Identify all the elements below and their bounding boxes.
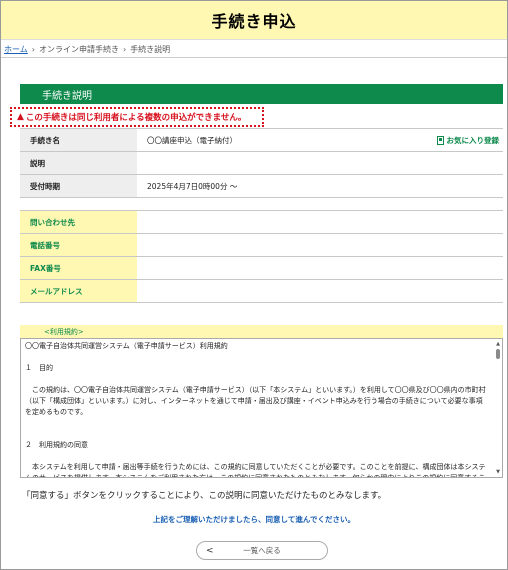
terms-heading-text: <利用規約> (44, 327, 84, 336)
procedure-name: 〇〇講座申込（電子納付） (147, 135, 237, 145)
breadcrumb-separator: › (31, 45, 35, 54)
row-value (137, 233, 503, 257)
breadcrumb-item-current: 手続き説明 (130, 45, 171, 54)
row-label: メールアドレス (20, 279, 137, 303)
terms-line (25, 429, 486, 440)
back-to-list-button[interactable]: < 一覧へ戻る (196, 541, 328, 560)
row-value (137, 279, 503, 303)
scroll-up-icon[interactable]: ▲ (495, 341, 501, 347)
table-row: FAX番号 (20, 256, 503, 280)
terms-line: １ 目的 (25, 364, 53, 372)
table-row: 手続き名 〇〇講座申込（電子納付） お気に入り登録 (20, 128, 503, 152)
breadcrumb-home-link[interactable]: ホーム (4, 44, 28, 55)
terms-line: この規約は、〇〇電子自治体共同運営システム（電子申請サービス）（以下「本システム… (25, 386, 486, 416)
scroll-down-icon[interactable]: ▼ (495, 469, 501, 475)
breadcrumb: ホーム › オンライン申請手続き › 手続き説明 (4, 44, 170, 55)
terms-scrollbar[interactable]: ▲ ▼ (495, 341, 501, 475)
procedure-info-table: 手続き名 〇〇講座申込（電子納付） お気に入り登録 説明 受付時期 2025年4… (20, 128, 503, 198)
table-row: メールアドレス (20, 279, 503, 303)
bookmark-icon (436, 135, 444, 145)
terms-line (25, 451, 486, 462)
row-value: 2025年4月7日0時00分 〜 (137, 174, 503, 198)
breadcrumb-item-online: オンライン申請手続き (38, 45, 119, 54)
row-label: 手続き名 (20, 128, 137, 152)
page-header: 手続き申込 (1, 1, 507, 40)
proceed-notice: 上記をご理解いただけましたら、同意して進んでください。 (153, 515, 355, 524)
row-label: 説明 (20, 151, 137, 175)
scroll-thumb[interactable] (496, 349, 500, 359)
chevron-left-icon: < (206, 545, 214, 556)
table-row: 説明 (20, 151, 503, 175)
terms-line: 〇〇電子自治体共同運営システム（電子申請サービス）利用規約 (25, 342, 228, 350)
terms-textbox[interactable]: 〇〇電子自治体共同運営システム（電子申請サービス）利用規約 １ 目的 この規約は… (20, 338, 503, 478)
terms-line (25, 374, 486, 385)
duplicate-warning: ▲ この手続きは同じ利用者による複数の申込ができません。 (10, 107, 264, 127)
section-title: 手続き説明 (42, 90, 92, 102)
agree-notice: 「同意する」ボタンをクリックすることにより、この説明に同意いただけたものとみなし… (22, 491, 387, 501)
row-label: FAX番号 (20, 256, 137, 280)
row-value (137, 151, 503, 175)
terms-line (25, 418, 486, 429)
terms-line: ２ 利用規約の同意 (25, 441, 88, 449)
table-row: 受付時期 2025年4月7日0時00分 〜 (20, 174, 503, 198)
row-value: 〇〇講座申込（電子納付） お気に入り登録 (137, 128, 503, 152)
favorite-button[interactable]: お気に入り登録 (436, 135, 500, 146)
terms-heading: <利用規約> (20, 325, 503, 338)
table-row: 問い合わせ先 (20, 210, 503, 234)
row-value (137, 256, 503, 280)
table-row: 電話番号 (20, 233, 503, 257)
row-label: 電話番号 (20, 233, 137, 257)
contact-info-table: 問い合わせ先 電話番号 FAX番号 メールアドレス (20, 210, 503, 303)
terms-line (25, 352, 486, 363)
warning-icon: ▲ (17, 112, 24, 122)
terms-line: 本システムを利用して申請・届出等手続を行うためには、この規約に同意していただくこ… (25, 463, 486, 478)
row-label: 受付時期 (20, 174, 137, 198)
warning-text: この手続きは同じ利用者による複数の申込ができません。 (25, 113, 247, 123)
breadcrumb-divider (1, 57, 507, 58)
back-button-label: 一覧へ戻る (243, 546, 281, 555)
row-value (137, 210, 503, 234)
breadcrumb-separator: › (122, 45, 127, 54)
page-title: 手続き申込 (211, 12, 297, 31)
section-title-bar: 手続き説明 (20, 84, 503, 104)
row-label: 問い合わせ先 (20, 210, 137, 234)
favorite-label: お気に入り登録 (446, 135, 500, 145)
